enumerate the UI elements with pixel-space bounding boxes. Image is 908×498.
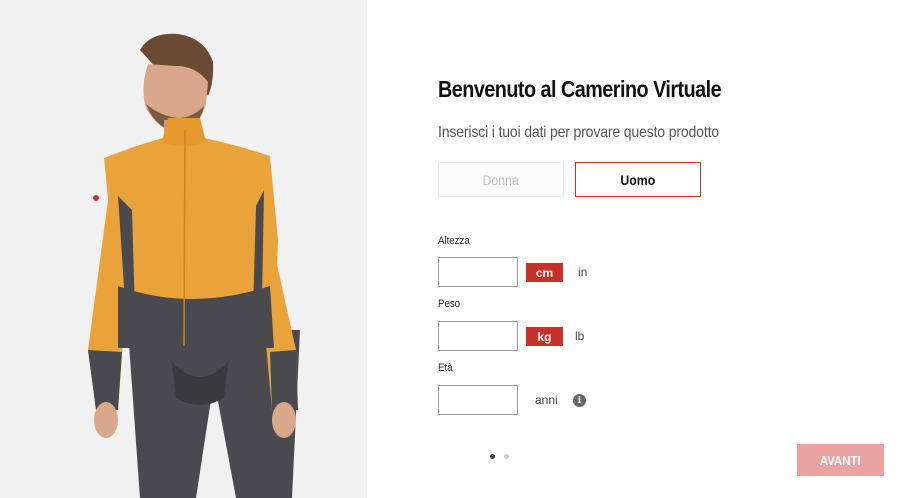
weight-input[interactable] <box>438 321 518 351</box>
step-dot-1[interactable] <box>490 454 495 459</box>
height-input[interactable] <box>438 257 518 287</box>
next-button-label: AVANTI <box>820 452 861 468</box>
gender-female-button[interactable]: Donna <box>438 162 564 197</box>
fitting-form-panel: Benvenuto al Camerino Virtuale Inserisci… <box>367 0 908 498</box>
age-label: Età <box>438 362 453 374</box>
product-photo <box>0 0 367 498</box>
gender-male-button[interactable]: Uomo <box>575 162 701 197</box>
next-button[interactable]: AVANTI <box>797 444 884 476</box>
model-illustration <box>88 33 300 498</box>
step-pagination <box>490 454 509 459</box>
age-unit-label: anni <box>535 393 558 407</box>
gender-female-label: Donna <box>482 171 520 188</box>
form-subtitle: Inserisci i tuoi dati per provare questo… <box>438 124 719 141</box>
weight-unit-lb-toggle[interactable]: lb <box>575 329 584 343</box>
weight-unit-kg-toggle[interactable]: kg <box>526 327 563 346</box>
weight-label: Peso <box>438 298 461 310</box>
height-label: Altezza <box>438 235 470 247</box>
step-dot-2[interactable] <box>504 454 509 459</box>
age-input[interactable] <box>438 385 518 415</box>
gender-male-label: Uomo <box>620 171 656 188</box>
height-unit-in-toggle[interactable]: in <box>578 265 587 279</box>
form-title: Benvenuto al Camerino Virtuale <box>438 76 722 102</box>
info-icon[interactable]: i <box>573 394 586 407</box>
height-unit-cm-toggle[interactable]: cm <box>526 263 563 282</box>
